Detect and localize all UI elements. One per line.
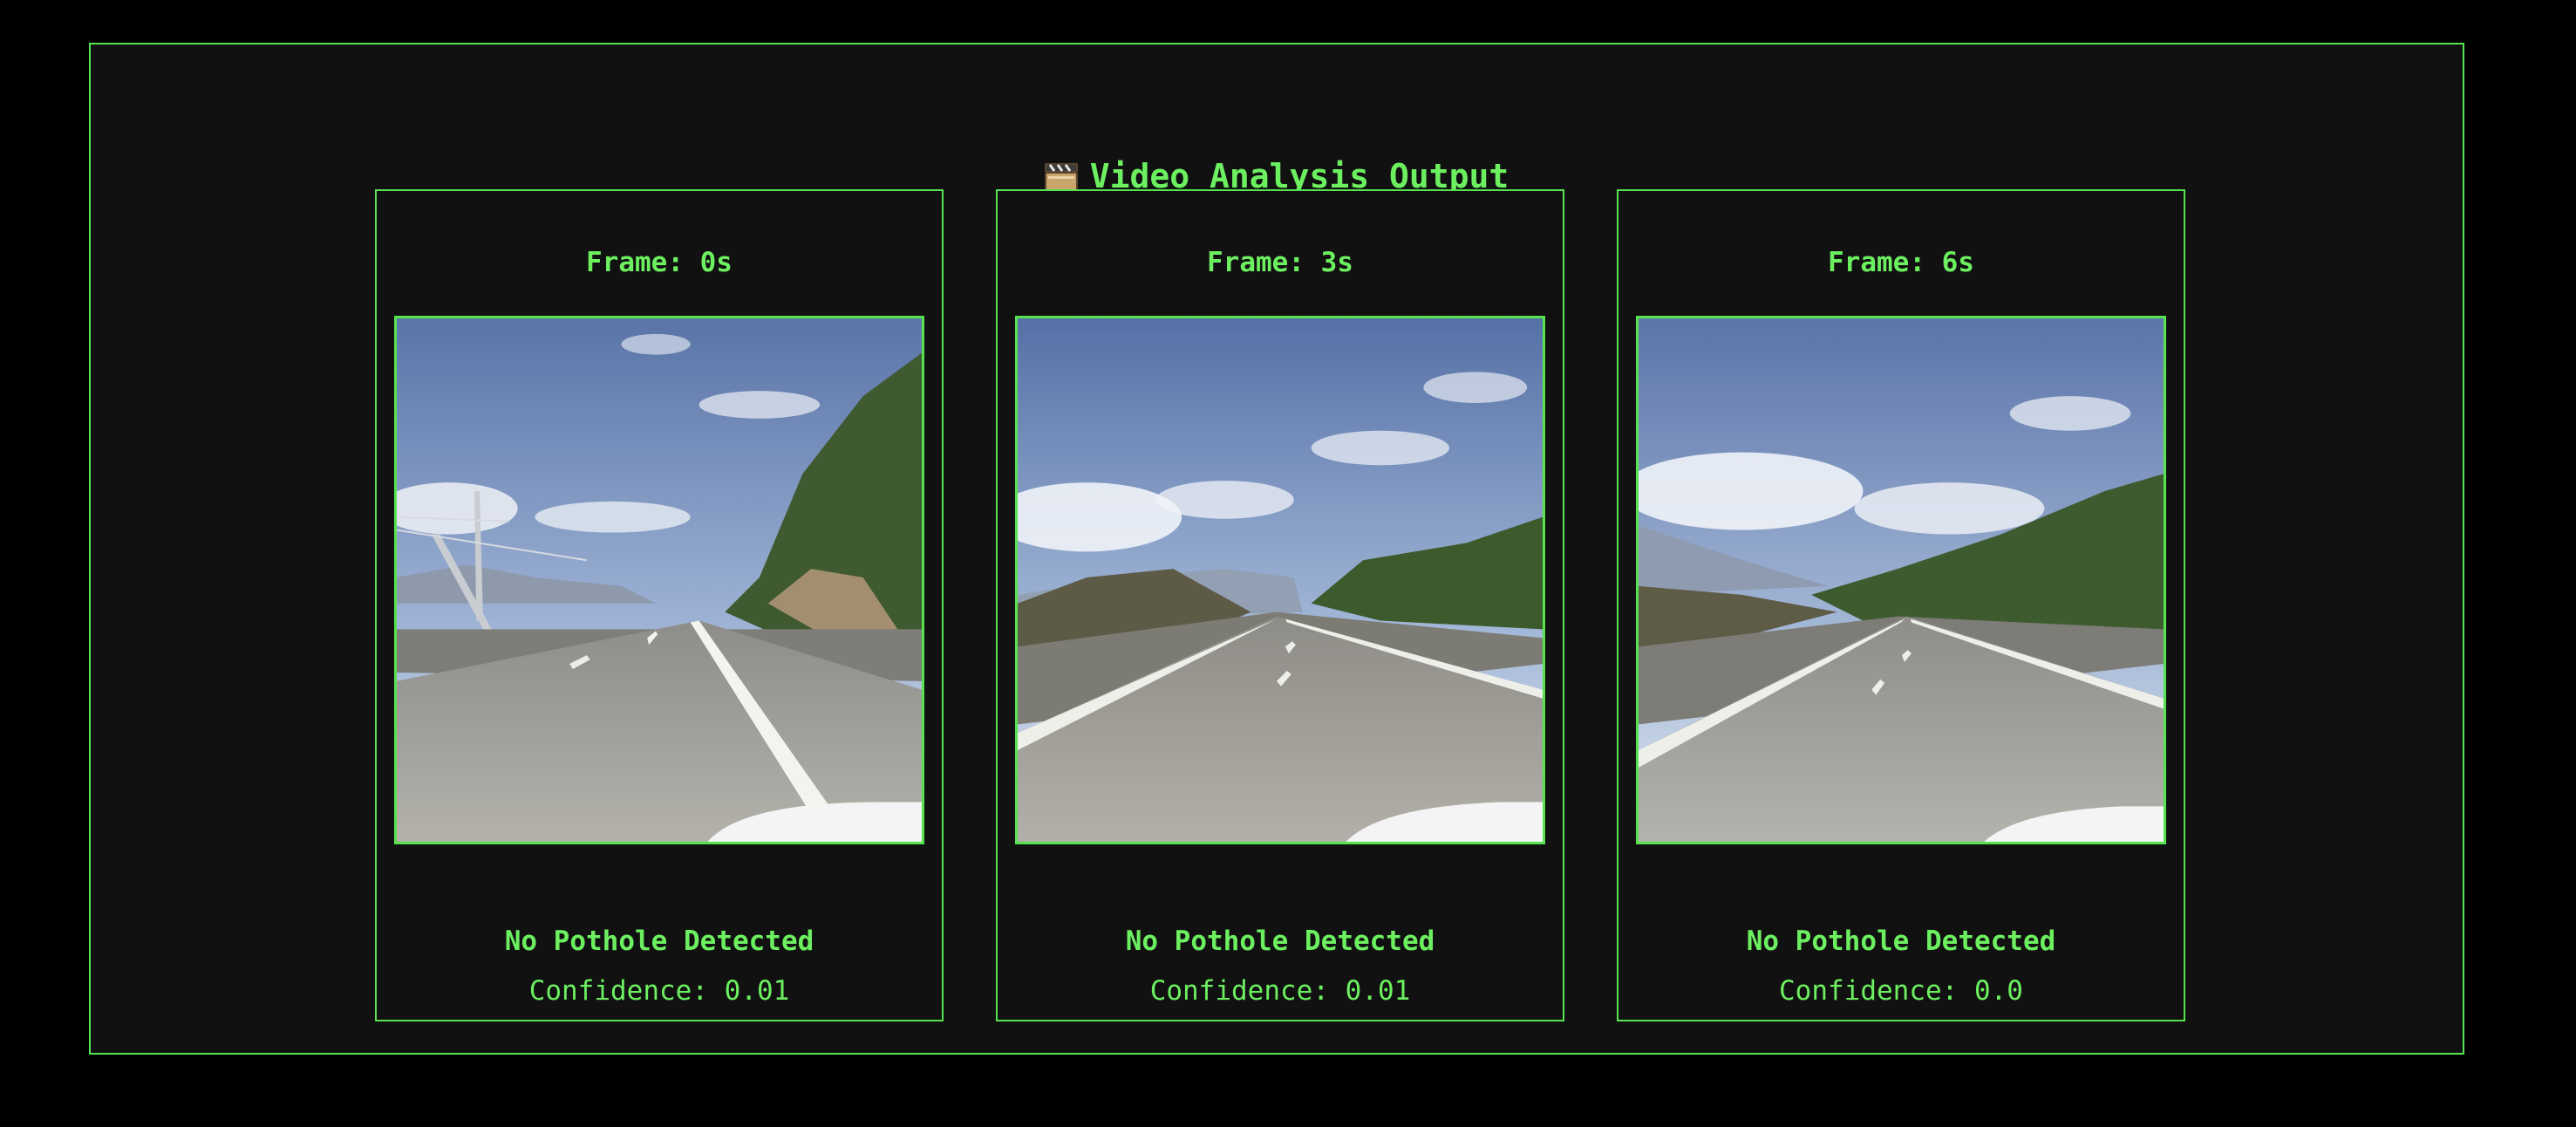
frame-image [394, 316, 924, 844]
confidence-value: Confidence: 0.0 [1779, 975, 2023, 1007]
detection-status: No Pothole Detected [504, 926, 814, 957]
frame-label: Frame: 3s [1207, 247, 1353, 278]
frame-image [1636, 316, 2166, 844]
frame-label: Frame: 0s [586, 247, 733, 278]
frame-image [1015, 316, 1545, 844]
video-analysis-panel: Video Analysis Output Frame: 0s No Potho… [89, 43, 2464, 1055]
frame-cards: Frame: 0s No Pothole Detected Confidence… [375, 189, 2187, 1021]
confidence-value: Confidence: 0.01 [1149, 975, 1411, 1007]
confidence-value: Confidence: 0.01 [528, 975, 790, 1007]
frame-card: Frame: 3s No Pothole Detected Confidence… [996, 189, 1564, 1021]
frame-label: Frame: 6s [1828, 247, 1974, 278]
detection-status: No Pothole Detected [1746, 926, 2056, 957]
frame-card: Frame: 0s No Pothole Detected Confidence… [375, 189, 944, 1021]
frame-card: Frame: 6s No Pothole Detected Confidence… [1617, 189, 2185, 1021]
detection-status: No Pothole Detected [1125, 926, 1435, 957]
